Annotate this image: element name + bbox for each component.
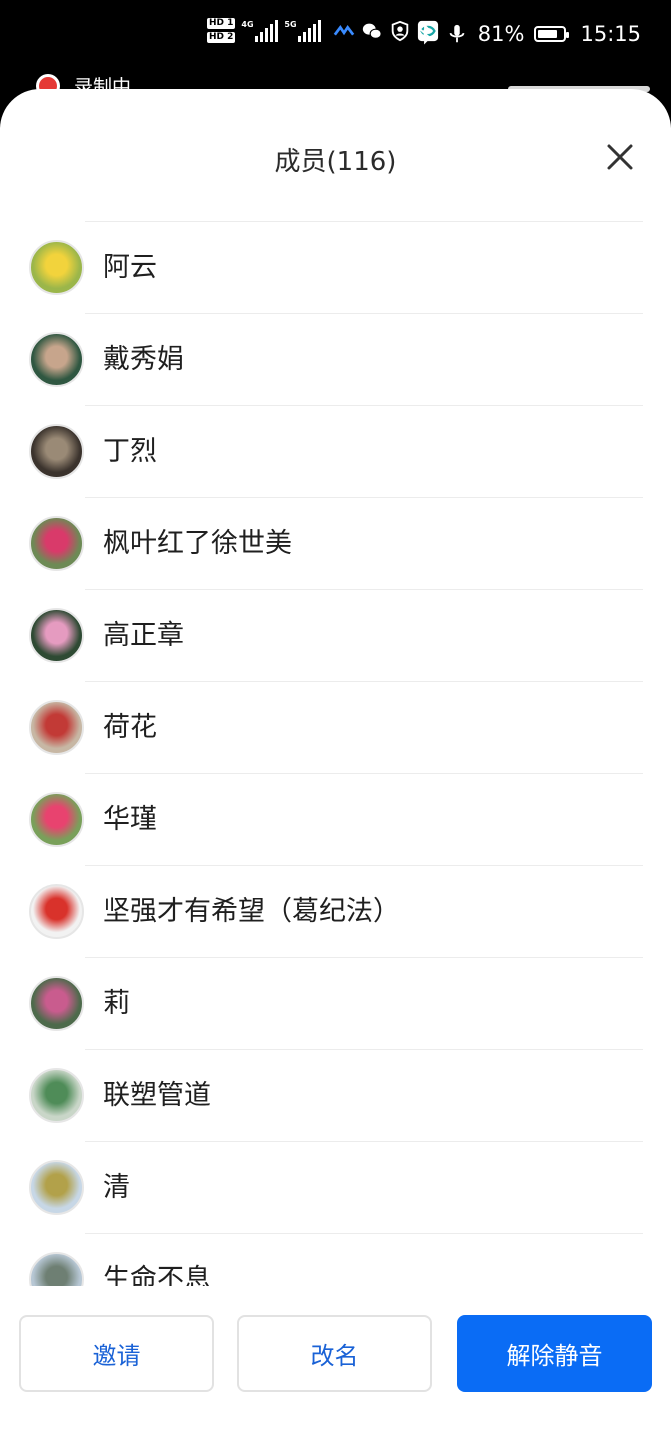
avatar [29,792,84,847]
member-name: 阿云 [103,252,157,283]
member-row[interactable]: 高正章 [0,590,671,682]
rename-button[interactable]: 改名 [237,1315,432,1392]
shield-icon [392,20,409,41]
member-name: 荷花 [103,712,157,743]
member-row[interactable]: 联塑管道 [0,1050,671,1142]
member-name: 丁烈 [103,436,157,467]
member-name: 清 [103,1172,130,1203]
member-name: 坚强才有希望（葛纪法） [103,896,400,927]
battery-fill [538,30,558,38]
microphone-icon [449,24,465,43]
hd2-badge: HD 2 [207,32,236,43]
avatar [29,1252,84,1288]
invite-button[interactable]: 邀请 [19,1315,214,1392]
avatar [29,1068,84,1123]
sheet-title: 成员(116) [274,147,397,177]
member-name: 枫叶红了徐世美 [103,528,292,559]
action-bar: 邀请 改名 解除静音 [0,1286,671,1453]
member-row[interactable]: 阿云 [0,222,671,314]
battery-icon [534,26,570,42]
member-row[interactable]: 丁烈 [0,406,671,498]
status-right: 81% 15:15 [414,22,641,46]
avatar [29,608,84,663]
unmute-button[interactable]: 解除静音 [457,1315,652,1392]
member-row[interactable]: 清 [0,1142,671,1234]
clock: 15:15 [580,22,641,46]
member-name: 戴秀娟 [103,344,184,375]
network-indicators: HD 1 HD 2 4G 5G [207,18,439,43]
member-row[interactable]: 枫叶红了徐世美 [0,498,671,590]
avatar [29,332,84,387]
member-name: 高正章 [103,620,184,651]
signal-5g-icon: 5G [284,19,322,42]
member-name: 生命不息 [103,1264,211,1288]
hd-badges: HD 1 HD 2 [207,18,236,43]
member-name: 华瑾 [103,804,157,835]
bluetooth-icon [419,23,431,45]
avatar [29,424,84,479]
battery-percent: 81% [477,22,525,46]
wechat-icon [363,23,383,39]
signal-4g-icon: 4G [241,19,279,42]
avatar [29,1160,84,1215]
member-row[interactable]: 莉 [0,958,671,1050]
avatar [29,700,84,755]
avatar [29,516,84,571]
member-row[interactable]: 生命不息 [0,1234,671,1288]
app-logo-icon [334,24,355,35]
close-icon[interactable] [604,141,636,173]
avatar [29,884,84,939]
avatar [29,976,84,1031]
member-list[interactable]: 阿云戴秀娟丁烈枫叶红了徐世美 高正章荷花华瑾坚强才有希望（葛纪法） 莉联塑管道清生命… [0,222,671,1288]
member-row[interactable]: 华瑾 [0,774,671,866]
status-bar: HD 1 HD 2 4G 5G 81% 15:15 录制中 [0,0,671,98]
avatar [29,240,84,295]
member-name: 联塑管道 [103,1080,211,1111]
member-row[interactable]: 荷花 [0,682,671,774]
hd1-badge: HD 1 [207,18,236,29]
member-name: 莉 [103,988,130,1019]
member-row[interactable]: 坚强才有希望（葛纪法） [0,866,671,958]
members-sheet: 成员(116) 阿云戴秀娟丁烈枫叶红了徐世美 高正章荷花华瑾坚强才有希望（葛纪法）… [0,89,671,1453]
member-row[interactable]: 戴秀娟 [0,314,671,406]
